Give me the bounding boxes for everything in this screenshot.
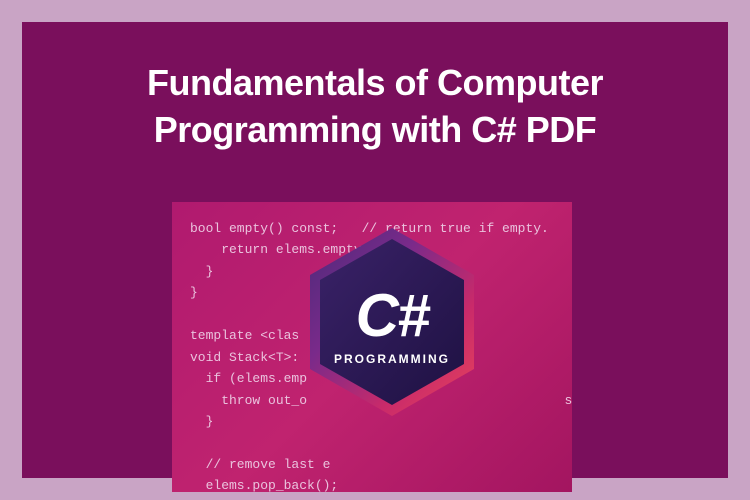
- main-card: Fundamentals of Computer Programming wit…: [22, 22, 728, 478]
- csharp-logo: C# PROGRAMMING: [292, 222, 492, 422]
- logo-main-text: C#: [356, 286, 429, 346]
- logo-sub-text: PROGRAMMING: [334, 352, 450, 366]
- page-title: Fundamentals of Computer Programming wit…: [22, 22, 728, 154]
- logo-content: C# PROGRAMMING: [292, 222, 492, 422]
